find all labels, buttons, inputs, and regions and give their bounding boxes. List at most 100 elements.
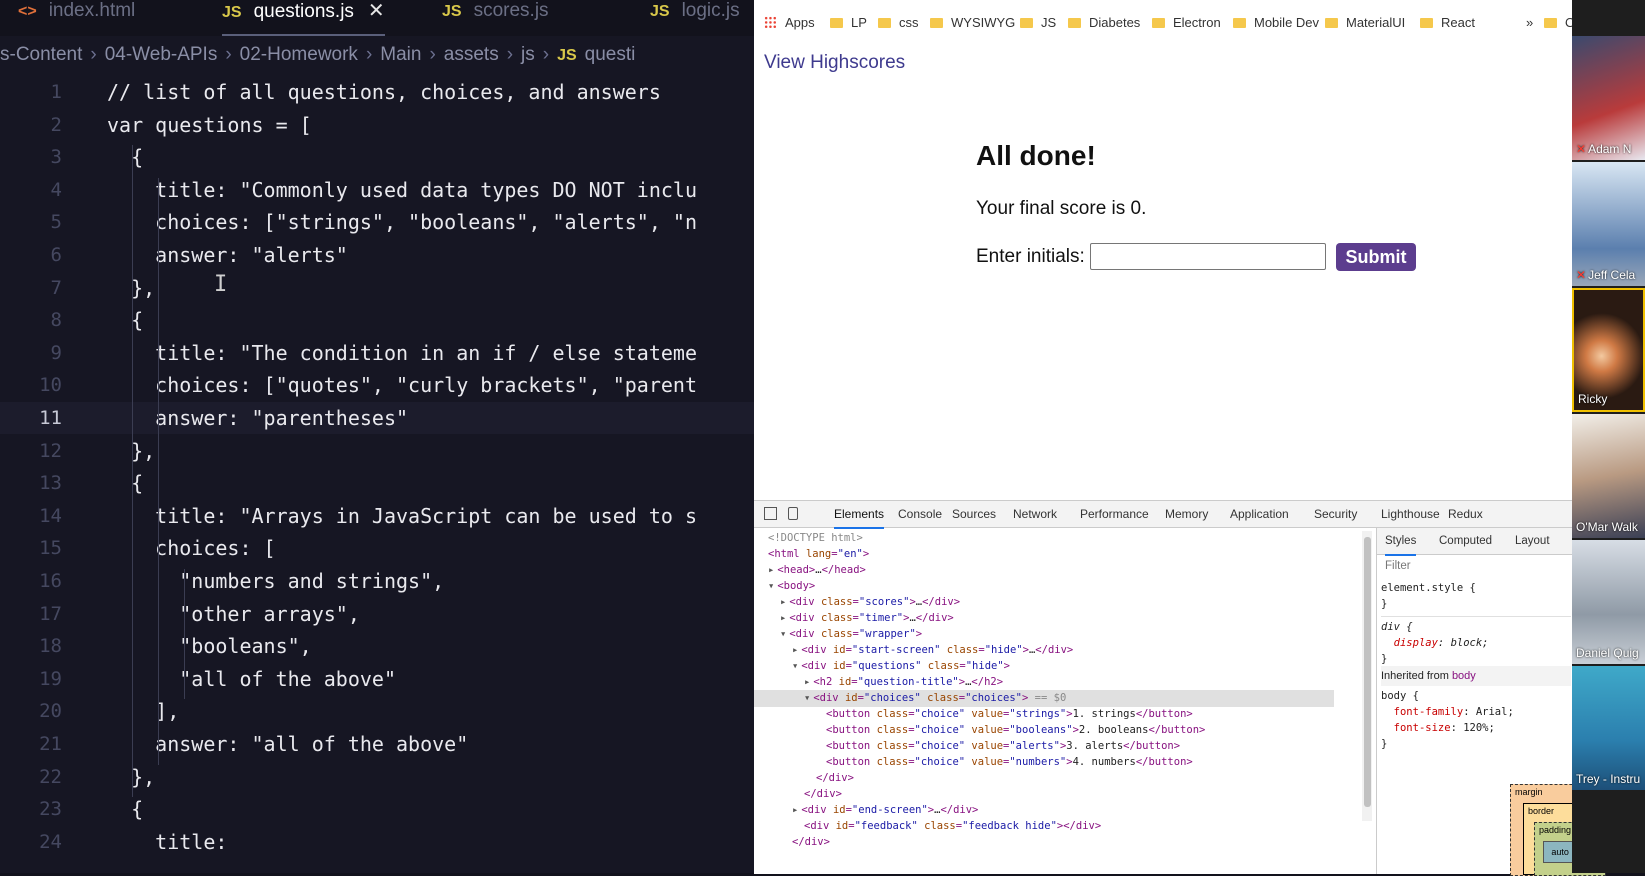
line-text[interactable]: "all of the above" [107,663,396,695]
bookmarks-overflow-button[interactable]: » [1526,8,1533,38]
code-editor[interactable]: <> index.html JS questions.js ✕ JS scores.js… [0,0,754,873]
breadcrumb-item[interactable]: 04-Web-APIs [105,44,218,66]
participant-tile[interactable]: Daniel Quig [1572,540,1645,664]
code-line[interactable]: 6 answer: "alerts" [0,239,754,271]
bookmark-folder[interactable]: css [878,8,919,38]
device-toolbar-icon[interactable] [788,507,798,520]
line-text[interactable]: choices: ["quotes", "curly brackets", "p… [107,369,697,401]
line-text[interactable]: choices: ["strings", "booleans", "alerts… [107,206,697,238]
css-rule-div[interactable]: div { display: block;} [1381,616,1571,667]
dom-node[interactable]: ▸ <h2 id="question-title">…</h2> [804,674,1003,691]
code-line[interactable]: 22 }, [0,761,754,793]
bookmark-apps[interactable]: Apps [764,8,815,38]
tab-styles[interactable]: Styles [1385,528,1417,556]
code-line[interactable]: 1 // list of all questions, choices, and … [0,76,754,108]
devtools-tab-sources[interactable]: Sources [952,501,996,527]
dom-node[interactable]: <button class="choice" value="numbers">4… [826,754,1193,771]
dom-node[interactable]: ▸ <div class="scores">…</div> [780,594,960,611]
dom-node[interactable]: </div> [804,786,842,803]
devtools-tab-lighthouse[interactable]: Lighthouse [1381,501,1440,527]
dom-node[interactable]: <div id="feedback" class="feedback hide"… [804,818,1101,835]
code-line[interactable]: 10 choices: ["quotes", "curly brackets",… [0,369,754,401]
inspect-element-icon[interactable] [764,507,777,520]
styles-filter-input[interactable]: Filter [1385,560,1411,572]
dom-node[interactable]: <!DOCTYPE html> [768,530,863,547]
breadcrumb-item[interactable]: s-Content [0,44,82,66]
line-text[interactable]: { [107,304,143,336]
bookmark-folder[interactable]: LP [830,8,867,38]
devtools-tab-redux[interactable]: Redux [1448,501,1483,527]
participant-tile-active-speaker[interactable]: Ricky [1572,288,1645,412]
participant-tile[interactable]: ✕ Adam N [1572,36,1645,160]
code-line[interactable]: 11 answer: "parentheses" [0,402,754,434]
code-line[interactable]: 4 title: "Commonly used data types DO NO… [0,174,754,206]
code-line[interactable]: 20 ], [0,695,754,727]
dom-node[interactable]: </div> [816,770,854,787]
breadcrumb-item[interactable]: questi [585,44,636,66]
dom-node[interactable]: ▸ <div id="end-screen">…</div> [792,802,978,819]
dom-node[interactable]: <button class="choice" value="booleans">… [826,722,1205,739]
code-line[interactable]: 2 var questions = [ [0,109,754,141]
dom-node[interactable]: ▸ <div class="timer">…</div> [780,610,954,627]
code-line[interactable]: 8 { [0,304,754,336]
tab-questions-js[interactable]: JS questions.js ✕ [222,0,385,36]
initials-input[interactable] [1090,243,1326,270]
tab-layout[interactable]: Layout [1515,528,1550,554]
line-text[interactable]: var questions = [ [107,109,312,141]
devtools-tab-elements[interactable]: Elements [834,501,885,529]
dom-node[interactable]: <html lang="en"> [768,546,869,563]
tab-index-html[interactable]: <> index.html [18,0,135,34]
code-line[interactable]: 21 answer: "all of the above" [0,728,754,760]
elements-tree[interactable]: <!DOCTYPE html> <html lang="en"> ▸ <head>… [754,528,1362,874]
line-text[interactable]: title: "Commonly used data types DO NOT … [107,174,697,206]
participant-tile[interactable]: Trey - Instru [1572,666,1645,790]
code-line[interactable]: 12 }, [0,435,754,467]
line-text[interactable]: { [107,141,143,173]
line-text[interactable]: "booleans", [107,630,311,662]
inherited-from-tag[interactable]: body [1452,670,1476,682]
line-text[interactable]: title: [107,826,227,858]
line-text[interactable]: ], [107,695,179,727]
submit-button[interactable]: Submit [1336,243,1416,271]
line-text[interactable]: answer: "all of the above" [107,728,468,760]
breadcrumb-item[interactable]: assets [444,44,499,66]
code-line[interactable]: 16 "numbers and strings", [0,565,754,597]
dom-node[interactable]: </div> [792,834,830,851]
dom-node-selected[interactable]: ▾ <div id="choices" class="choices"> == $… [754,690,1334,707]
code-line[interactable]: 14 title: "Arrays in JavaScript can be u… [0,500,754,532]
line-text[interactable]: "other arrays", [107,598,360,630]
dom-node[interactable]: <button class="choice" value="strings">1… [826,706,1193,723]
close-icon[interactable]: ✕ [368,0,385,22]
dom-node[interactable]: ▸ <div id="start-screen" class="hide">…</… [792,642,1073,659]
code-line[interactable]: 5 choices: ["strings", "booleans", "aler… [0,206,754,238]
bookmark-folder[interactable]: Mobile Dev [1233,8,1319,38]
code-line[interactable]: 24 title: [0,826,754,858]
line-text[interactable]: answer: "parentheses" [107,402,408,434]
line-text[interactable]: { [107,467,143,499]
view-highscores-link[interactable]: View Highscores [764,52,905,74]
code-line[interactable]: 7 }, [0,272,754,304]
breadcrumb-item[interactable]: 02-Homework [240,44,358,66]
dom-node[interactable]: <button class="choice" value="alerts">3.… [826,738,1180,755]
line-text[interactable]: // list of all questions, choices, and a… [107,76,661,108]
dom-node[interactable]: ▾ <div id="questions" class="hide"> [792,658,1010,675]
line-text[interactable]: { [107,793,143,825]
code-line[interactable]: 23 { [0,793,754,825]
tab-scores-js[interactable]: JS scores.js [442,0,549,34]
css-rule-element-style[interactable]: element.style {} [1381,580,1476,612]
bookmark-folder[interactable]: MaterialUI [1325,8,1405,38]
dom-node[interactable]: ▾ <div class="wrapper"> [780,626,922,643]
devtools-tab-memory[interactable]: Memory [1165,501,1208,527]
line-text[interactable]: title: "The condition in an if / else st… [107,337,697,369]
code-line[interactable]: 3 { [0,141,754,173]
scrollbar-thumb[interactable] [1364,537,1371,807]
line-text[interactable]: answer: "alerts" [107,239,348,271]
devtools-tab-performance[interactable]: Performance [1080,501,1149,527]
bookmark-folder[interactable]: Diabetes [1068,8,1140,38]
code-line[interactable]: 9 title: "The condition in an if / else … [0,337,754,369]
tab-logic-js[interactable]: JS logic.js [650,0,740,34]
code-line[interactable]: 19 "all of the above" [0,663,754,695]
dom-node[interactable]: ▾ <body> [768,578,815,595]
elements-scrollbar[interactable] [1362,531,1372,821]
breadcrumb-item[interactable]: js [521,44,535,66]
